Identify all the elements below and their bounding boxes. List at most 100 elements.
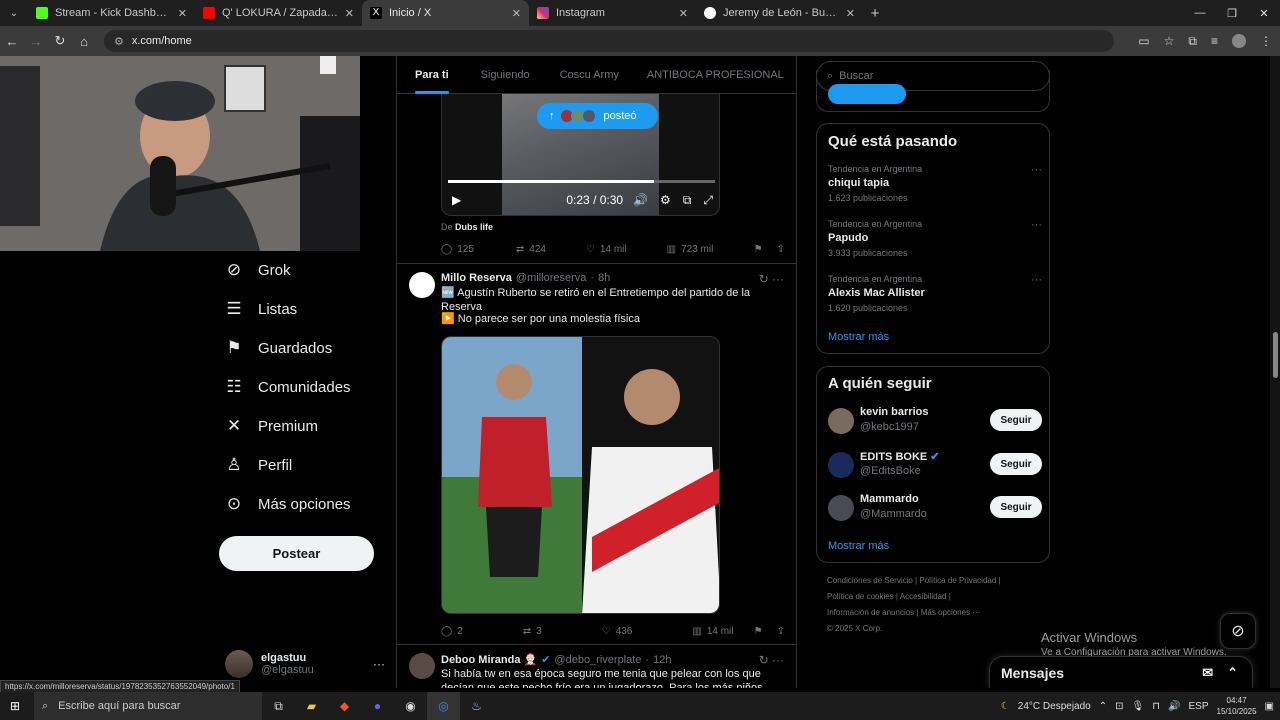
tab-para-ti[interactable]: Para ti [415, 56, 449, 94]
tray-chevron-icon[interactable]: ⌃ [1099, 701, 1107, 712]
tweet-photo[interactable] [441, 336, 720, 614]
notifications-icon[interactable]: ▣ [1265, 701, 1274, 712]
close-icon[interactable]: ✕ [846, 7, 855, 20]
tab-coscu-army[interactable]: Coscu Army [560, 56, 619, 94]
post-button[interactable]: Postear [219, 536, 374, 571]
nav-perfil[interactable]: ♙ Perfil [222, 447, 392, 483]
tab-google[interactable]: Jeremy de León - Buscar con G✕ [696, 0, 863, 26]
video-progress-bar[interactable] [448, 180, 715, 183]
task-view-icon[interactable]: ⧉ [262, 692, 295, 720]
volume-icon[interactable]: 🔊 [1168, 701, 1180, 712]
forward-icon[interactable]: → [24, 34, 48, 49]
close-icon[interactable]: ✕ [178, 7, 187, 20]
share-icon[interactable]: ⇪ [777, 244, 785, 255]
site-info-icon[interactable]: ⚙ [114, 35, 124, 48]
nav-grok[interactable]: ⊘ Grok [222, 252, 392, 288]
tweet-more-icon[interactable]: ↻ ··· [759, 653, 784, 667]
volume-icon[interactable]: 🔊 [633, 193, 648, 207]
share-icon[interactable]: ⇪ [777, 626, 785, 637]
play-icon[interactable]: ▶ [452, 193, 461, 207]
avatar[interactable] [409, 653, 435, 679]
home-icon[interactable]: ⌂ [72, 34, 96, 49]
clock[interactable]: 04:47 15/10/2025 [1217, 695, 1257, 717]
follow-button[interactable]: Seguir [990, 453, 1042, 475]
close-icon[interactable]: ✕ [512, 7, 521, 20]
tab-antiboca[interactable]: ANTIBOCA PROFESIONAL [647, 56, 784, 94]
network-icon[interactable]: ⊡ [1115, 701, 1123, 712]
nav-guardados[interactable]: ⚑ Guardados [222, 330, 392, 366]
grok-button[interactable]: ⊘ [1220, 613, 1256, 649]
pip-icon[interactable]: ⧉ [683, 193, 692, 208]
taskbar-search[interactable]: ⌕ Escribe aquí para buscar [34, 692, 262, 720]
like-button[interactable]: ♡ 436 [602, 626, 633, 637]
close-icon[interactable]: ✕ [345, 7, 354, 20]
back-icon[interactable]: ← [0, 34, 24, 49]
close-window-icon[interactable]: ✕ [1248, 0, 1280, 26]
weather-text[interactable]: 24°C Despejado [1018, 701, 1091, 712]
like-button[interactable]: ♡ 14 mil [586, 244, 627, 255]
show-more-trends[interactable]: Mostrar más [828, 331, 889, 343]
follow-suggestion[interactable]: EDITS BOKE ✔ @EditsBoke Seguir [828, 450, 1042, 480]
nav-mas-opciones[interactable]: ⊙ Más opciones [222, 486, 392, 522]
mic-icon[interactable]: 🎙 [1132, 701, 1145, 712]
follow-button[interactable]: Seguir [990, 496, 1042, 518]
trend-more-icon[interactable]: ··· [1031, 164, 1042, 176]
file-explorer-icon[interactable]: ▰ [295, 692, 328, 720]
views-button[interactable]: ▥ 14 mil [692, 626, 733, 637]
nav-premium[interactable]: ✕ Premium [222, 408, 392, 444]
restore-icon[interactable]: ❐ [1216, 0, 1248, 26]
tweet-more-icon[interactable]: ↻ ··· [759, 272, 784, 286]
trend-item[interactable]: Tendencia en Argentina Alexis Mac Allist… [828, 274, 1042, 313]
reload-icon[interactable]: ↻ [48, 33, 72, 49]
bookmark-button[interactable]: ⚑ [754, 244, 763, 255]
trend-more-icon[interactable]: ··· [1031, 219, 1042, 231]
bookmark-button[interactable]: ⚑ [754, 626, 763, 637]
media-icon[interactable]: ≡ [1211, 34, 1218, 48]
profile-avatar[interactable] [1232, 34, 1246, 48]
steam-icon[interactable]: ♨ [460, 692, 493, 720]
expand-icon[interactable]: ⌃ [1227, 665, 1238, 681]
tab-siguiendo[interactable]: Siguiendo [481, 56, 530, 94]
account-switcher[interactable]: elgastuu @elgastuu ··· [225, 646, 385, 682]
extensions-icon[interactable]: ⧉ [1188, 34, 1197, 49]
page-scrollbar[interactable] [1270, 56, 1280, 688]
tab-search-button[interactable]: ⌄ [0, 0, 28, 26]
cast-icon[interactable]: ▭ [1138, 34, 1149, 48]
close-icon[interactable]: ✕ [679, 7, 688, 20]
tab-youtube[interactable]: Q' LOKURA / Zapada EN VIVO✕ [195, 0, 362, 26]
new-tab-button[interactable]: + [863, 5, 887, 22]
star-icon[interactable]: ☆ [1164, 34, 1175, 48]
nav-comunidades[interactable]: ☷ Comunidades [222, 369, 392, 405]
tab-kick[interactable]: Stream - Kick Dashboard ✕ [28, 0, 195, 26]
repost-button[interactable]: ⇄ 3 [523, 626, 542, 637]
windows-start-icon[interactable]: ⊞ [10, 699, 20, 713]
wifi-icon[interactable]: ⊓ [1152, 701, 1160, 712]
nav-listas[interactable]: ☰ Listas [222, 291, 392, 327]
chrome-icon[interactable]: ◎ [427, 692, 460, 720]
reply-button[interactable]: ◯ 2 [441, 626, 463, 637]
new-posts-pill[interactable]: ↑ posteó [537, 103, 658, 129]
url-field[interactable]: ⚙ x.com/home [104, 30, 1114, 52]
show-more-follow[interactable]: Mostrar más [828, 540, 889, 552]
trend-item[interactable]: Tendencia en Argentina Papudo 3.933 publ… [828, 219, 1042, 258]
reply-button[interactable]: ◯ 125 [441, 244, 474, 255]
scrollbar-thumb[interactable] [1273, 332, 1278, 378]
trend-item[interactable]: Tendencia en Argentina chiqui tapia 1.62… [828, 164, 1042, 203]
views-button[interactable]: ▥ 723 mil [667, 244, 714, 255]
tab-x-home[interactable]: X Inicio / X ✕ [362, 0, 529, 26]
minimize-icon[interactable]: — [1184, 0, 1216, 26]
discord-icon[interactable]: ● [361, 692, 394, 720]
new-message-icon[interactable]: ✉ [1202, 665, 1213, 681]
tab-instagram[interactable]: Instagram ✕ [529, 0, 696, 26]
brave-icon[interactable]: ◆ [328, 692, 361, 720]
language-indicator[interactable]: ESP [1188, 701, 1208, 712]
fullscreen-icon[interactable]: ⤢ [703, 193, 713, 208]
obs-icon[interactable]: ◉ [394, 692, 427, 720]
follow-suggestion[interactable]: Mammardo @Mammardo Seguir [828, 493, 1042, 523]
account-more-icon[interactable]: ··· [373, 657, 385, 671]
follow-button[interactable]: Seguir [990, 409, 1042, 431]
avatar[interactable] [409, 272, 435, 298]
trend-more-icon[interactable]: ··· [1031, 274, 1042, 286]
repost-button[interactable]: ⇄ 424 [516, 244, 546, 255]
messages-drawer[interactable]: Mensajes ✉ ⌃ [989, 656, 1253, 688]
